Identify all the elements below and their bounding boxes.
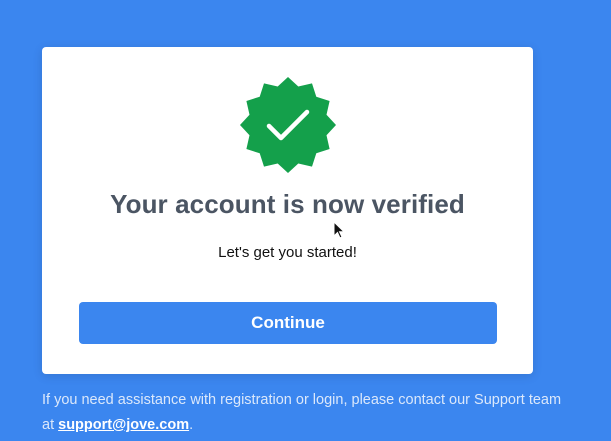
support-notice: If you need assistance with registration… [42, 388, 562, 438]
mouse-pointer-icon [333, 221, 345, 239]
support-email-link[interactable]: support@jove.com [58, 417, 189, 433]
continue-button[interactable]: Continue [79, 302, 497, 344]
subtitle: Let's get you started! [218, 244, 357, 261]
page-title: Your account is now verified [110, 189, 465, 219]
verified-badge-icon [238, 75, 338, 175]
verification-card: Your account is now verified Let's get y… [42, 47, 533, 374]
support-notice-end: . [189, 417, 194, 433]
